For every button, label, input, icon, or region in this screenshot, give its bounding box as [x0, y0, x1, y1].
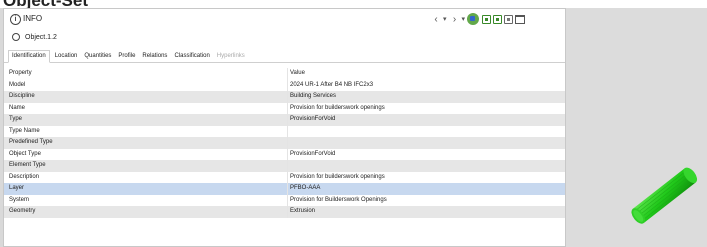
panel-title: INFO — [23, 14, 43, 23]
property-value-cell — [288, 126, 565, 138]
info-icon: i — [10, 14, 21, 25]
property-name-cell: Description — [4, 171, 288, 183]
table-row[interactable]: Type Name — [4, 125, 565, 138]
object-name: Object.1.2 — [25, 34, 57, 41]
table-row[interactable]: System Provision for Builderswork Opening… — [4, 194, 565, 206]
tab-relations[interactable]: Relations — [140, 53, 169, 62]
header-strip: Object-Set — [0, 0, 707, 10]
tab-classification[interactable]: Classification — [172, 53, 211, 62]
table-row[interactable]: Type ProvisionForVoid — [4, 114, 565, 126]
property-name-cell: Model — [4, 79, 288, 91]
show-selection-icon[interactable] — [482, 14, 492, 24]
property-value-cell — [288, 137, 565, 149]
property-value-cell: Provision for builderswork openings — [290, 104, 385, 111]
value-column-header[interactable]: Value — [288, 68, 565, 80]
next-button[interactable]: › — [449, 12, 461, 26]
property-name-cell: Predefined Type — [4, 137, 288, 149]
property-name-cell: Type — [4, 114, 288, 126]
3d-viewport[interactable] — [566, 8, 707, 247]
previous-button[interactable]: ‹ — [430, 12, 442, 26]
property-column-header[interactable]: Property — [4, 68, 288, 80]
property-name-cell: Discipline — [4, 91, 288, 103]
tab-bar: Identification Location Quantities Profile R… — [4, 49, 565, 63]
table-row[interactable]: Layer PFBO-AAA — [4, 183, 565, 195]
property-name-cell: Layer — [4, 183, 288, 195]
table-row[interactable]: Name Provision for builderswork openings — [4, 102, 565, 114]
forward-dropdown-icon[interactable]: ▾ — [462, 15, 466, 23]
table-row[interactable]: Description Provision for builderswork op… — [4, 171, 565, 183]
info-header: i INFO ‹ ▾ › ▾ — [4, 9, 565, 29]
tab-quantities[interactable]: Quantities — [82, 53, 113, 62]
tab-location[interactable]: Location — [53, 53, 80, 62]
table-row[interactable]: Element Type — [4, 160, 565, 172]
property-value-cell: ProvisionForVoid — [290, 116, 336, 122]
table-row[interactable]: Predefined Type — [4, 137, 565, 149]
table-row[interactable]: Geometry Extrusion — [4, 206, 565, 218]
object-color-icon[interactable] — [467, 13, 480, 25]
green-cylinder-object[interactable] — [626, 153, 706, 233]
property-name-cell: Name — [4, 102, 288, 114]
info-panel: i INFO ‹ ▾ › ▾ Object.1.2 Identification… — [3, 8, 566, 247]
property-value-cell: 2024 UR-1 After B4 NB IFC2x3 — [290, 81, 374, 88]
table-row[interactable]: Discipline Building Services — [4, 91, 565, 103]
properties-table: Property Value Model 2024 UR-1 After B4 N… — [4, 68, 565, 218]
filter-selection-icon[interactable] — [493, 14, 503, 24]
lock-selection-icon[interactable] — [504, 14, 514, 24]
tab-identification[interactable]: Identification — [8, 50, 50, 63]
tab-profile[interactable]: Profile — [116, 53, 137, 62]
property-value-cell: Provision for Builderswork Openings — [290, 196, 387, 203]
property-value-cell — [288, 160, 565, 172]
property-value-cell: ProvisionForVoid — [290, 150, 336, 157]
tab-hyperlinks: Hyperlinks — [216, 53, 245, 59]
property-value-cell: Building Services — [290, 93, 337, 99]
info-toolbar: ‹ ▾ › ▾ — [430, 12, 526, 26]
window-maximize-icon[interactable] — [515, 14, 526, 24]
property-value-cell: PFBO-AAA — [290, 185, 321, 191]
table-row[interactable]: Object Type ProvisionForVoid — [4, 148, 565, 160]
property-value-cell: Extrusion — [290, 208, 316, 214]
property-name-cell: System — [4, 194, 288, 206]
property-name-cell: Element Type — [4, 160, 288, 172]
property-value-cell: Provision for builderswork openings — [290, 173, 385, 180]
table-header: Property Value — [4, 68, 565, 80]
property-name-cell: Type Name — [4, 125, 288, 137]
object-radio-icon[interactable] — [12, 33, 20, 41]
history-dropdown-icon[interactable]: ▾ — [443, 15, 447, 23]
object-selector[interactable]: Object.1.2 — [4, 29, 565, 47]
property-name-cell: Geometry — [4, 206, 288, 218]
property-name-cell: Object Type — [4, 148, 288, 160]
table-row[interactable]: Model 2024 UR-1 After B4 NB IFC2x3 — [4, 79, 565, 91]
